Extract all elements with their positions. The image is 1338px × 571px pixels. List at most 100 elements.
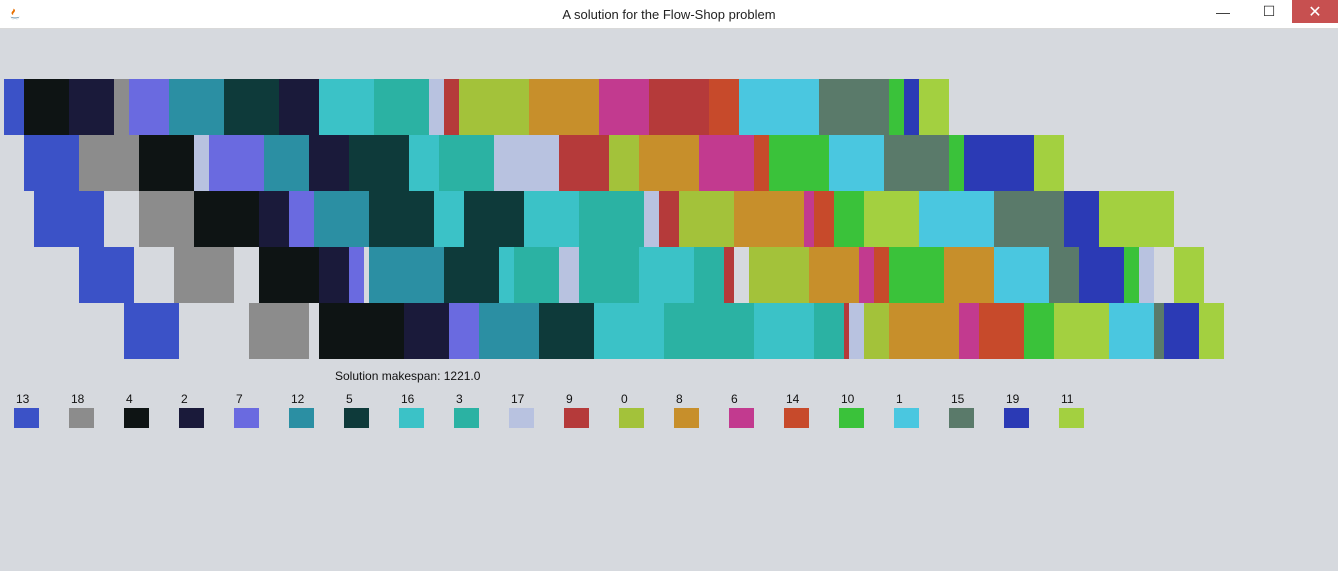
job-block <box>1109 303 1154 359</box>
job-block <box>249 303 309 359</box>
job-block <box>659 191 679 247</box>
legend-item: 1 <box>894 392 919 428</box>
window-titlebar: A solution for the Flow-Shop problem — ☐… <box>0 0 1338 29</box>
job-block <box>69 79 114 135</box>
legend-label: 13 <box>14 392 39 406</box>
job-block <box>639 135 699 191</box>
job-block <box>449 303 479 359</box>
job-block <box>259 191 289 247</box>
job-block <box>829 135 884 191</box>
job-block <box>174 247 234 303</box>
job-block <box>139 135 194 191</box>
status-text: Solution makespan: 1221.0 <box>335 369 480 383</box>
job-block <box>594 303 664 359</box>
job-block <box>699 135 754 191</box>
job-block <box>579 191 644 247</box>
job-block <box>539 303 594 359</box>
job-block <box>494 135 559 191</box>
job-block <box>994 191 1064 247</box>
job-block <box>959 303 979 359</box>
job-block <box>349 135 409 191</box>
legend-swatch <box>289 408 314 428</box>
job-block <box>224 79 279 135</box>
job-block <box>459 79 529 135</box>
job-block <box>889 79 904 135</box>
job-block <box>1174 247 1204 303</box>
job-block <box>264 135 309 191</box>
client-area: Solution makespan: 1221.0 13184271251631… <box>0 29 1338 571</box>
job-block <box>964 135 1034 191</box>
legend-item: 16 <box>399 392 424 428</box>
legend-item: 0 <box>619 392 644 428</box>
legend-item: 5 <box>344 392 369 428</box>
job-block <box>289 191 314 247</box>
machine-row <box>4 247 1224 303</box>
legend-label: 2 <box>179 392 204 406</box>
job-block <box>319 303 404 359</box>
job-block <box>194 135 209 191</box>
legend-item: 4 <box>124 392 149 428</box>
legend-swatch <box>509 408 534 428</box>
legend-swatch <box>399 408 424 428</box>
legend-swatch <box>894 408 919 428</box>
job-block <box>679 191 734 247</box>
job-block <box>874 247 889 303</box>
legend-item: 19 <box>1004 392 1029 428</box>
legend-item: 17 <box>509 392 534 428</box>
legend-swatch <box>69 408 94 428</box>
job-block <box>349 247 364 303</box>
job-block <box>754 135 769 191</box>
gantt-chart <box>4 79 1224 359</box>
job-block <box>709 79 739 135</box>
job-block <box>994 247 1049 303</box>
job-block <box>819 79 889 135</box>
job-block <box>374 79 429 135</box>
close-button[interactable]: ✕ <box>1292 0 1338 23</box>
job-block <box>1099 191 1174 247</box>
legend-swatch <box>179 408 204 428</box>
job-block <box>769 135 829 191</box>
job-block <box>1139 247 1154 303</box>
job-block <box>524 191 579 247</box>
legend-item: 6 <box>729 392 754 428</box>
legend-swatch <box>949 408 974 428</box>
job-block <box>739 79 819 135</box>
legend-swatch <box>619 408 644 428</box>
legend-label: 11 <box>1059 392 1084 406</box>
legend-label: 0 <box>619 392 644 406</box>
legend-label: 19 <box>1004 392 1029 406</box>
job-block <box>864 191 919 247</box>
legend-label: 5 <box>344 392 369 406</box>
legend-swatch <box>14 408 39 428</box>
job-block <box>24 79 69 135</box>
job-block <box>664 303 754 359</box>
maximize-button[interactable]: ☐ <box>1246 0 1292 23</box>
job-block <box>1054 303 1109 359</box>
legend-label: 17 <box>509 392 534 406</box>
job-block <box>1164 303 1199 359</box>
minimize-button[interactable]: — <box>1200 0 1246 23</box>
job-block <box>79 247 134 303</box>
job-block <box>314 191 369 247</box>
job-block <box>209 135 264 191</box>
legend-label: 9 <box>564 392 589 406</box>
job-block <box>444 79 459 135</box>
job-block <box>319 247 349 303</box>
legend-label: 8 <box>674 392 699 406</box>
job-block <box>1199 303 1224 359</box>
window-title: A solution for the Flow-Shop problem <box>562 7 775 22</box>
legend-label: 6 <box>729 392 754 406</box>
job-block <box>1049 247 1079 303</box>
job-block <box>479 303 539 359</box>
job-block <box>579 247 639 303</box>
job-block <box>124 303 179 359</box>
job-block <box>919 191 994 247</box>
job-block <box>1154 303 1164 359</box>
job-block <box>889 247 944 303</box>
job-block <box>694 247 724 303</box>
job-block <box>949 135 964 191</box>
job-block <box>434 191 464 247</box>
job-block <box>734 191 804 247</box>
legend-swatch <box>674 408 699 428</box>
job-block <box>904 79 919 135</box>
